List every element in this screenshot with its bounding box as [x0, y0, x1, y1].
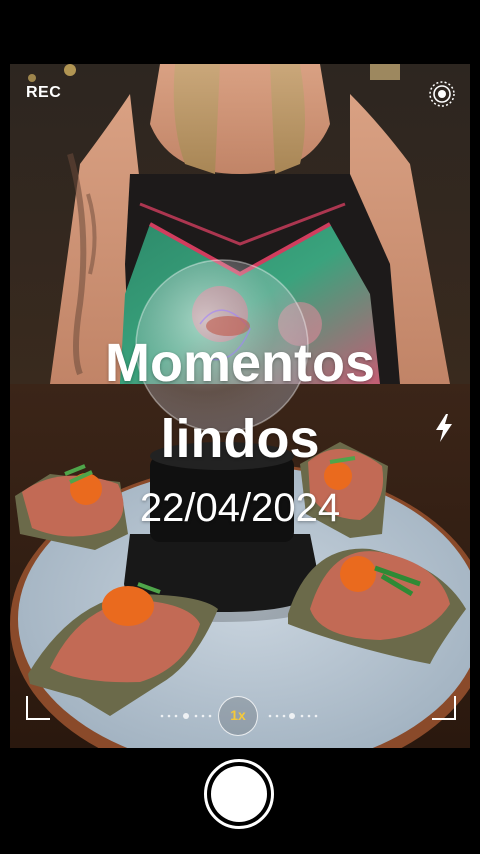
camera-screen: REC Momentos lindos 22/04/2024 1x: [0, 0, 480, 854]
shutter-button-inner[interactable]: [211, 766, 267, 822]
caption-title-line-1: Momentos: [105, 333, 375, 393]
caption-title-line-2: lindos: [160, 409, 320, 469]
live-photo-icon[interactable]: [428, 80, 456, 108]
caption-date: 22/04/2024: [139, 486, 341, 530]
zoom-1x-button[interactable]: 1x: [218, 696, 258, 736]
viewfinder-corner-bottom-right: [432, 696, 456, 720]
viewfinder-corner-bottom-left: [26, 696, 50, 720]
rec-label[interactable]: REC: [26, 84, 61, 102]
